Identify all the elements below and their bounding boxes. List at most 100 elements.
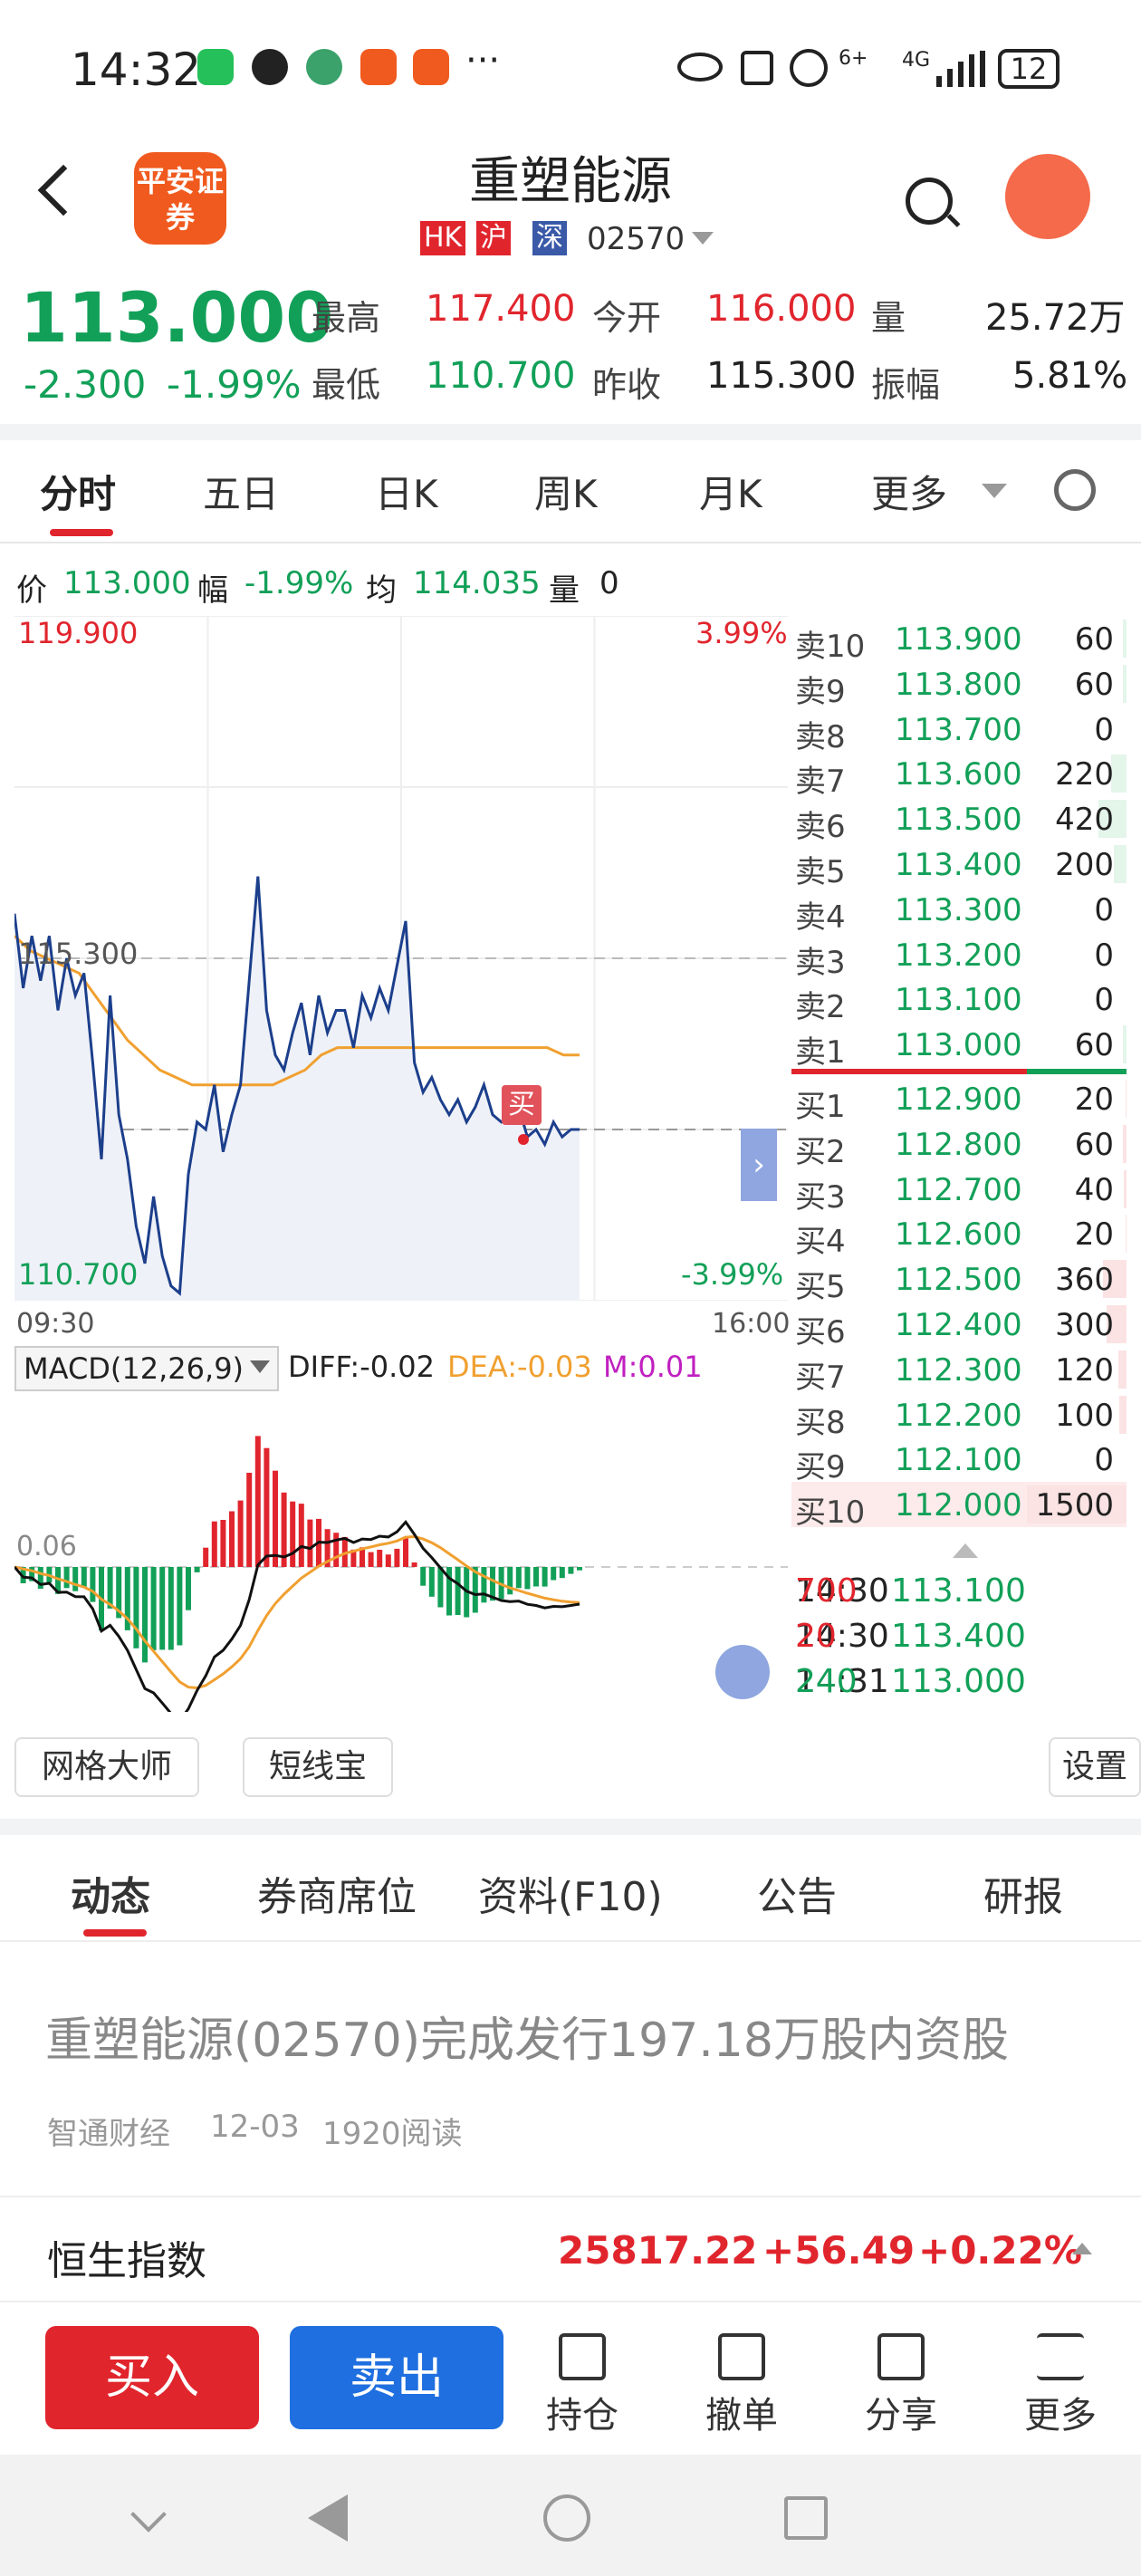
level-qty: 0 <box>1094 891 1114 928</box>
news-tab-dynamics[interactable]: 动态 <box>71 1864 150 1922</box>
gear-icon[interactable] <box>1054 469 1096 511</box>
news-headline[interactable]: 重塑能源(02570)完成发行197.18万股内资股 <box>45 2002 1009 2070</box>
macd-bar <box>133 1567 139 1648</box>
bid-row[interactable]: 买7 112.300 120 <box>791 1347 1127 1396</box>
macd-bar <box>220 1520 226 1567</box>
level-qty: 300 <box>1055 1307 1114 1343</box>
more-button[interactable]: 更多 <box>1011 2333 1110 2438</box>
news-tab-f10[interactable]: 资料(F10) <box>478 1864 663 1922</box>
stock-code[interactable]: 02570 <box>587 221 685 257</box>
chevron-up-icon[interactable] <box>1072 2243 1092 2254</box>
axis-mid-price: 115.300 <box>18 937 139 971</box>
price-change: -2.300 <box>24 362 147 407</box>
macd-m: M:0.01 <box>603 1350 703 1384</box>
more-notifications-icon: ··· <box>465 40 501 82</box>
ask-row[interactable]: 卖9 113.800 60 <box>791 661 1127 710</box>
info-avg-label: 均 <box>366 572 397 609</box>
level-label: 买4 <box>795 1224 846 1261</box>
news-tab-broker-seats[interactable]: 券商席位 <box>257 1864 417 1922</box>
ask-row[interactable]: 卖5 113.400 200 <box>791 841 1127 890</box>
search-icon[interactable] <box>906 178 953 225</box>
amplitude-label: 振幅 <box>871 365 941 405</box>
ask-row[interactable]: 卖3 113.200 0 <box>791 932 1127 981</box>
nav-back-icon[interactable] <box>308 2494 348 2542</box>
level-label: 卖1 <box>795 1034 846 1072</box>
ask-row[interactable]: 卖4 113.300 0 <box>791 887 1127 936</box>
depth-bar <box>1114 845 1127 883</box>
bid-row[interactable]: 买9 112.100 0 <box>791 1437 1127 1485</box>
depth-bar <box>1126 1215 1127 1254</box>
macd-bar <box>194 1567 200 1572</box>
level-qty: 120 <box>1055 1351 1114 1389</box>
sell-button[interactable]: 卖出 <box>290 2326 503 2429</box>
macd-bar <box>298 1504 304 1567</box>
assistant-avatar[interactable] <box>1005 154 1090 239</box>
bid-row[interactable]: 买1 112.900 20 <box>791 1076 1127 1125</box>
level-label: 卖7 <box>795 764 846 801</box>
ask-row[interactable]: 卖8 113.700 0 <box>791 706 1127 755</box>
level-qty: 0 <box>1094 982 1114 1019</box>
macd-diff: DIFF:-0.02 <box>288 1350 435 1384</box>
bid-row[interactable]: 买2 112.800 60 <box>791 1121 1127 1170</box>
level-qty: 20 <box>1074 1081 1114 1118</box>
bid-row[interactable]: 买3 112.700 40 <box>791 1167 1127 1216</box>
position-button[interactable]: 持仓 <box>532 2333 632 2438</box>
news-tab-research[interactable]: 研报 <box>983 1864 1063 1922</box>
macd-bar <box>551 1567 557 1581</box>
cancel-label: 撤单 <box>705 2395 778 2437</box>
level-label: 卖5 <box>795 854 846 890</box>
macd-base-label: 0.06 <box>16 1531 77 1562</box>
cancel-order-button[interactable]: 撤单 <box>692 2333 791 2438</box>
list-icon <box>559 2333 606 2380</box>
chevron-up-icon[interactable] <box>953 1543 978 1558</box>
ask-row[interactable]: 卖10 113.900 60 <box>791 616 1127 665</box>
grid-master-button[interactable]: 网格大师 <box>14 1737 199 1797</box>
tab-more[interactable]: 更多 <box>871 464 947 519</box>
back-button[interactable] <box>37 164 90 216</box>
tab-weekly-k[interactable]: 周K <box>534 464 598 519</box>
tab-monthly-k[interactable]: 月K <box>699 464 762 519</box>
market-badge-sz: 深 <box>532 221 567 255</box>
level-qty: 200 <box>1055 847 1114 883</box>
nav-recents-icon[interactable] <box>784 2496 828 2540</box>
share-button[interactable]: 分享 <box>851 2333 951 2438</box>
chevron-down-icon[interactable] <box>982 484 1007 498</box>
axis-top-price: 119.900 <box>18 616 139 650</box>
bid-row[interactable]: 买8 112.200 100 <box>791 1392 1127 1441</box>
bid-row[interactable]: 买6 112.400 300 <box>791 1302 1127 1350</box>
macd-bar <box>515 1567 522 1589</box>
divider <box>0 2196 1141 2197</box>
bid-row[interactable]: 买5 112.500 360 <box>791 1256 1127 1305</box>
ask-row[interactable]: 卖2 113.100 0 <box>791 976 1127 1025</box>
chevron-down-icon[interactable] <box>130 2496 167 2533</box>
macd-bar <box>72 1567 79 1591</box>
tab-intraday[interactable]: 分时 <box>40 464 116 519</box>
macd-selector[interactable]: MACD(12,26,9) <box>14 1346 279 1391</box>
ask-row[interactable]: 卖6 113.500 420 <box>791 796 1127 845</box>
position-label: 持仓 <box>546 2395 618 2437</box>
level-label: 买6 <box>795 1314 846 1350</box>
level-label: 卖4 <box>795 899 846 936</box>
short-line-button[interactable]: 短线宝 <box>243 1737 393 1797</box>
buy-button[interactable]: 买入 <box>45 2326 259 2429</box>
expand-panel-button[interactable]: › <box>741 1129 777 1201</box>
divider <box>0 542 1141 543</box>
tab-five-day[interactable]: 五日 <box>203 464 279 519</box>
ask-row[interactable]: 卖7 113.600 220 <box>791 751 1127 800</box>
share-icon <box>877 2333 925 2380</box>
level-price: 113.100 <box>895 982 1022 1019</box>
bid-row[interactable]: 买10 112.000 1500 <box>791 1482 1127 1531</box>
index-name[interactable]: 恒生指数 <box>47 2228 206 2286</box>
info-avg: 114.035 <box>413 565 541 601</box>
news-tab-announcements[interactable]: 公告 <box>757 1864 837 1922</box>
settings-button[interactable]: 设置 <box>1049 1737 1141 1797</box>
nav-home-icon[interactable] <box>543 2494 590 2542</box>
buy-marker[interactable]: 买 <box>502 1085 542 1125</box>
fullscreen-icon[interactable] <box>715 1645 770 1699</box>
chevron-down-icon[interactable] <box>692 232 714 245</box>
system-nav-bar <box>0 2455 1141 2576</box>
ask-row[interactable]: 卖1 113.000 60 <box>791 1022 1127 1071</box>
macd-bar <box>81 1567 87 1587</box>
tab-daily-k[interactable]: 日K <box>375 464 438 519</box>
bid-row[interactable]: 买4 112.600 20 <box>791 1211 1127 1260</box>
